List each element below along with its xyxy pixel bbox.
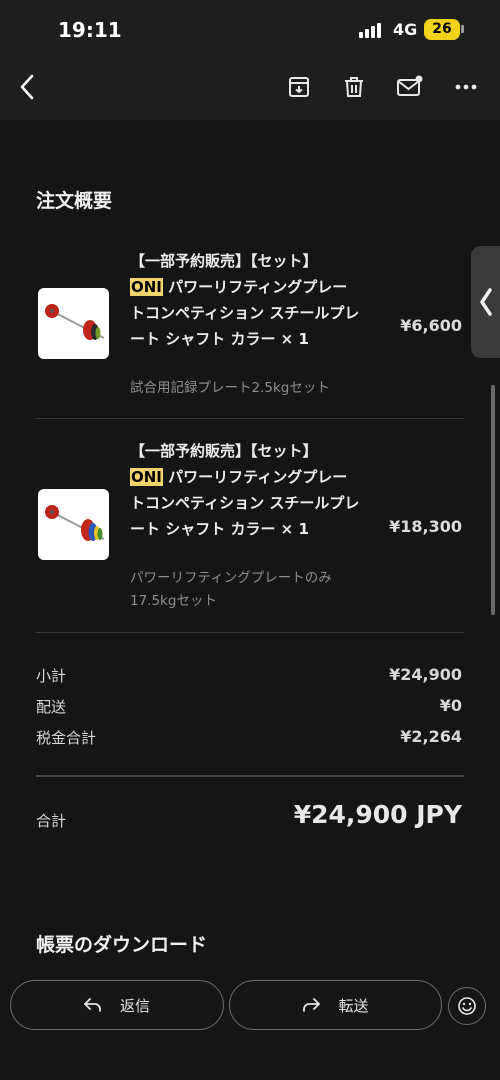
product-image: [38, 288, 109, 359]
reply-button[interactable]: 返信: [10, 980, 224, 1030]
side-panel-tab[interactable]: [471, 246, 500, 358]
tax-label: 税金合計: [36, 729, 97, 747]
mail-unread-icon: [397, 75, 423, 96]
battery-level: 26: [424, 19, 460, 40]
reply-icon: [84, 998, 101, 1012]
product-image: [38, 489, 109, 560]
archive-button[interactable]: [284, 70, 314, 104]
item-title-rest: パワーリフティングプレートコンペティション スチールプレート シャフト カラー …: [130, 278, 360, 348]
order-item[interactable]: 【一部予約販売】【セット】 ONI パワーリフティングプレートコンペティション …: [36, 248, 464, 403]
item-variant: パワーリフティングプレートのみ17.5kgセット: [130, 570, 332, 609]
brand-highlight: ONI: [130, 278, 163, 296]
battery-icon: [461, 25, 464, 33]
divider: [36, 632, 464, 633]
email-view: 19:11 4G 26 注文概要 【一部予約販売】【セット】 ONI パワーリフ…: [0, 0, 500, 1080]
emoji-reaction-button[interactable]: [448, 987, 486, 1025]
trash-icon: [345, 77, 363, 97]
subtotal-label: 小計: [36, 667, 67, 685]
more-icon: [455, 84, 477, 90]
network-type: 4G: [393, 20, 418, 39]
tax-value: ¥2,264: [400, 727, 462, 746]
item-title-prefix: 【一部予約販売】【セット】: [130, 252, 318, 270]
item-price: ¥6,600: [400, 316, 462, 335]
subtotal-value: ¥24,900: [389, 665, 462, 684]
back-button[interactable]: [12, 70, 42, 104]
smiley-icon: [458, 997, 476, 1015]
order-summary-title: 注文概要: [36, 190, 113, 212]
tax-row: 税金合計 ¥2,264: [36, 727, 464, 751]
chevron-left-icon: [479, 288, 492, 316]
item-price: ¥18,300: [389, 517, 462, 536]
divider: [36, 775, 464, 777]
scrollbar[interactable]: [491, 385, 495, 615]
top-bar: 19:11 4G 26: [0, 0, 500, 120]
shipping-label: 配送: [36, 698, 67, 716]
brand-highlight: ONI: [130, 468, 163, 486]
status-time: 19:11: [58, 18, 122, 42]
forward-icon: [303, 998, 321, 1012]
chevron-left-icon: [20, 74, 34, 100]
barbell-icon: [45, 505, 105, 541]
delete-button[interactable]: [339, 70, 369, 104]
divider: [36, 418, 464, 419]
item-variant: 試合用記録プレート2.5kgセット: [130, 380, 330, 396]
order-item[interactable]: 【一部予約販売】【セット】 ONI パワーリフティングプレートコンペティション …: [36, 438, 464, 618]
download-section-title: 帳票のダウンロード: [36, 934, 208, 956]
forward-button[interactable]: 転送: [229, 980, 442, 1030]
item-title: 【一部予約販売】【セット】 ONI パワーリフティングプレートコンペティション …: [130, 248, 362, 352]
mark-unread-button[interactable]: [395, 70, 425, 104]
shipping-row: 配送 ¥0: [36, 696, 464, 720]
item-title-rest: パワーリフティングプレートコンペティション スチールプレート シャフト カラー …: [130, 468, 360, 538]
shipping-value: ¥0: [439, 696, 462, 715]
forward-label: 転送: [338, 996, 369, 1015]
total-label: 合計: [36, 812, 67, 830]
reply-label: 返信: [119, 996, 150, 1015]
total-value: ¥24,900 JPY: [293, 800, 462, 829]
more-button[interactable]: [451, 70, 481, 104]
archive-icon: [289, 77, 309, 97]
item-title-prefix: 【一部予約販売】【セット】: [130, 442, 318, 460]
subtotal-row: 小計 ¥24,900: [36, 665, 464, 689]
barbell-icon: [45, 304, 105, 340]
signal-icon: [359, 22, 385, 38]
item-title: 【一部予約販売】【セット】 ONI パワーリフティングプレートコンペティション …: [130, 438, 362, 542]
